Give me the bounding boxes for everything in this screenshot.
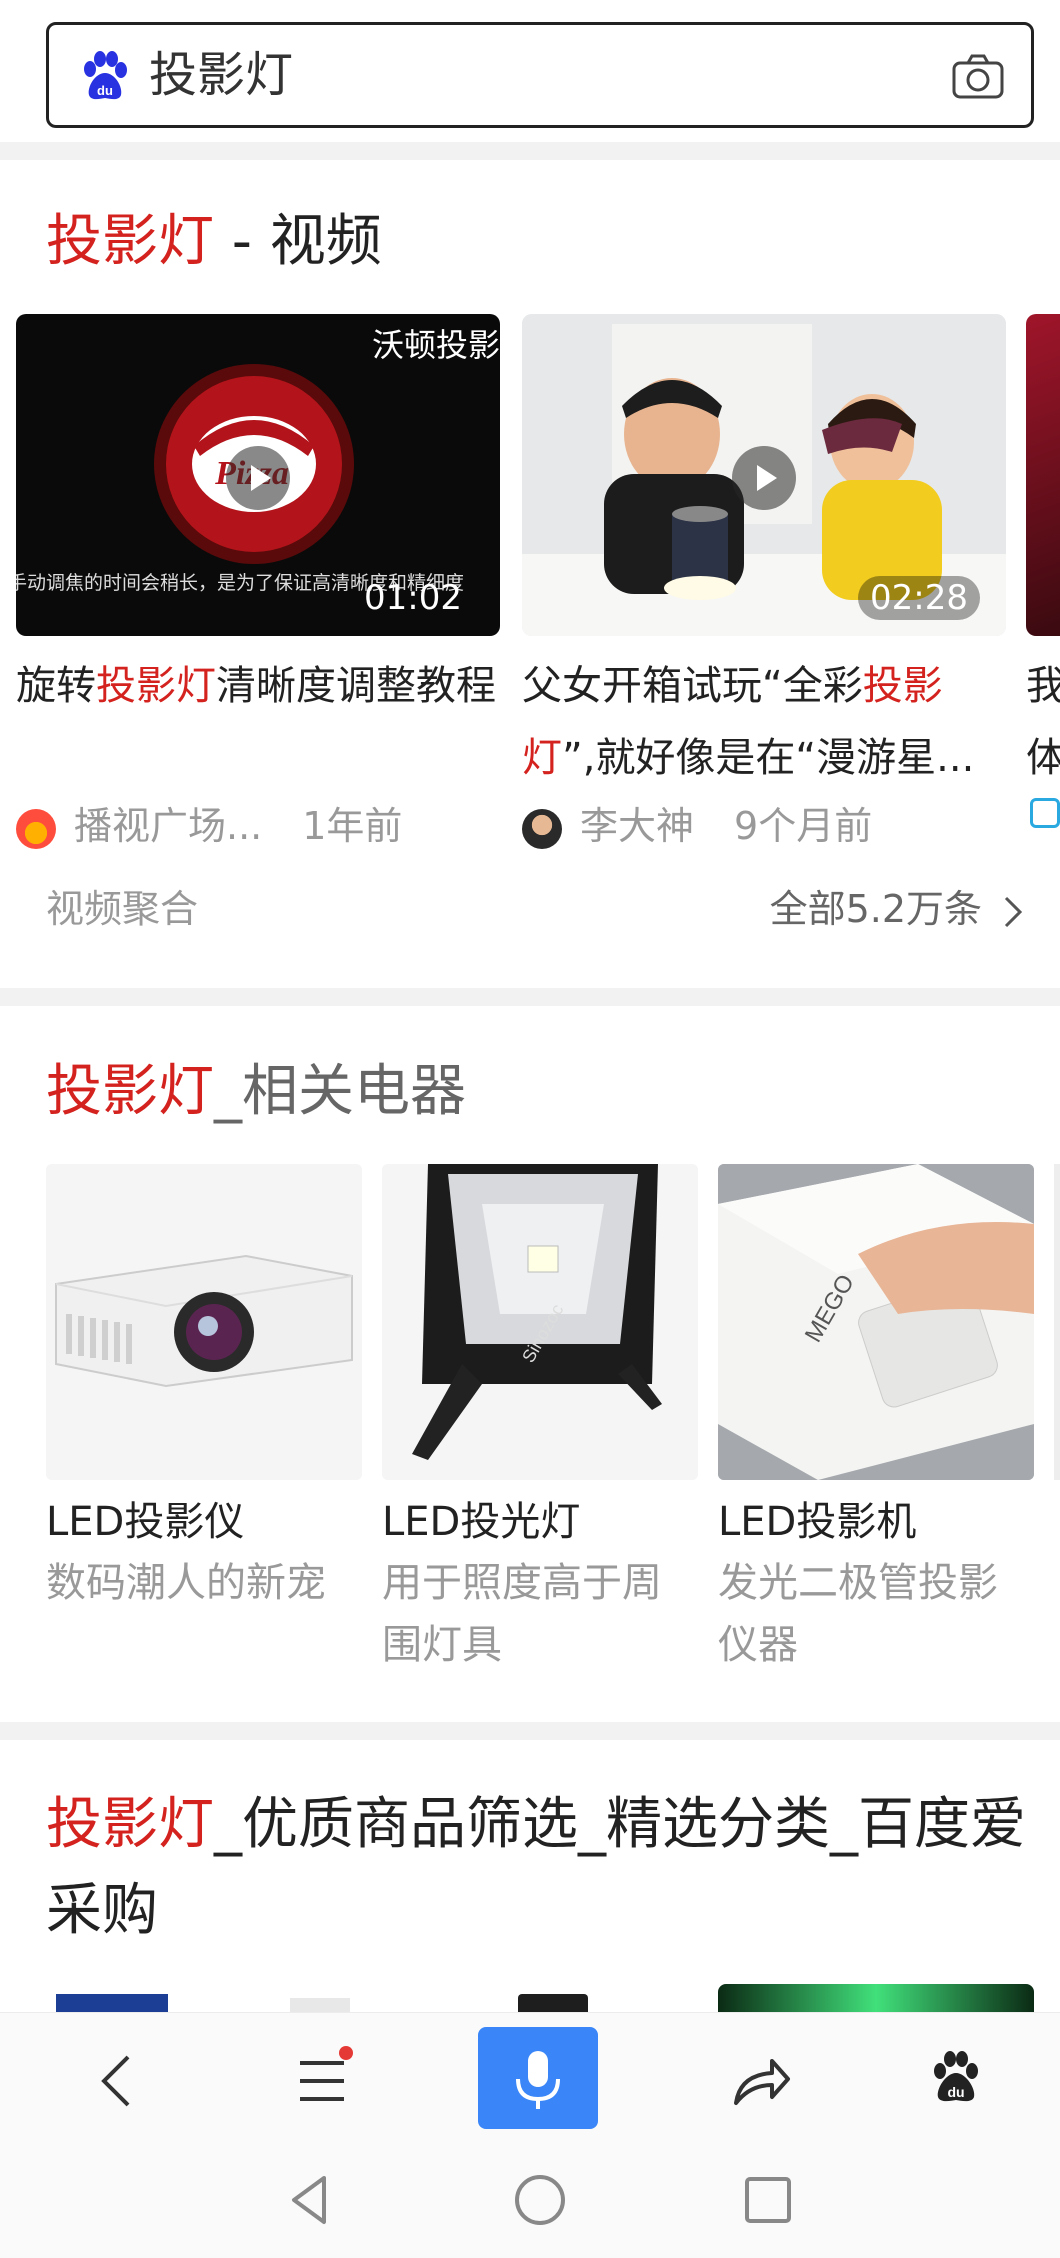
video-time: 9个月前	[734, 804, 873, 848]
system-home-icon[interactable]	[510, 2170, 570, 2230]
video-source[interactable]: 李大神	[580, 804, 694, 848]
section-divider	[0, 142, 1060, 160]
appliance-name[interactable]: LED投影仪	[46, 1492, 362, 1552]
appliance-card[interactable]: Sinozoc LED投光灯 用于照度高于周围灯具	[382, 1164, 698, 1676]
search-input[interactable]: du 投影灯	[46, 22, 1034, 128]
system-navigation-bar	[0, 2144, 1060, 2258]
baidu-home-button[interactable]: du	[896, 2031, 1016, 2131]
search-query[interactable]: 投影灯	[149, 45, 293, 105]
video-duration: 01:02	[364, 578, 462, 618]
appliance-section-title[interactable]: 投影灯_相关电器	[46, 1056, 466, 1128]
appliance-desc: 数码潮人的新宠	[46, 1560, 326, 1606]
pocket-projector-image[interactable]: MEGO	[718, 1164, 1034, 1480]
appliance-name[interactable]: LED投光灯	[382, 1492, 698, 1552]
system-recents-icon[interactable]	[738, 2170, 798, 2230]
section-divider	[0, 1722, 1060, 1740]
back-button[interactable]	[58, 2031, 178, 2131]
product-image[interactable]	[290, 1998, 350, 2012]
appliance-card[interactable]: MEGO LED投影机 发光二极管投影仪器	[718, 1164, 1034, 1676]
video-all-link[interactable]: 全部5.2万条	[770, 876, 1026, 942]
product-image[interactable]	[718, 1984, 1034, 2012]
share-button[interactable]	[696, 2031, 816, 2131]
product-image[interactable]	[56, 1994, 168, 2012]
video-thumbnail[interactable]: 02:28	[522, 314, 1006, 636]
video-source[interactable]: 播视广场...	[74, 804, 262, 848]
source-avatar	[16, 808, 56, 849]
video-title[interactable]: 旋转投影灯清晰度调整教程	[16, 650, 500, 794]
baidu-paw-icon: du	[84, 51, 127, 100]
search-header: du 投影灯	[0, 0, 1060, 140]
play-icon[interactable]	[732, 446, 796, 510]
video-thumbnail[interactable]	[1026, 314, 1060, 636]
video-time: 1年前	[302, 804, 403, 848]
section-divider	[0, 988, 1060, 1006]
source-avatar	[1030, 798, 1060, 828]
video-title[interactable]: 父女开箱试玩“全彩投影灯”,就好像是在“漫游星...	[522, 650, 1006, 794]
video-aggregate-link[interactable]: 视频聚合	[46, 887, 198, 931]
share-icon	[734, 2059, 790, 2105]
bottom-toolbar: du	[0, 2012, 1060, 2144]
appliance-desc: 用于照度高于周围灯具	[382, 1560, 662, 1668]
video-card-partial[interactable]: 我体	[1026, 314, 1060, 954]
product-image[interactable]	[518, 1994, 588, 2012]
video-card[interactable]: 02:28 父女开箱试玩“全彩投影灯”,就好像是在“漫游星... 李大神 9个月前	[522, 314, 1006, 854]
camera-icon[interactable]	[951, 53, 1005, 101]
chevron-left-icon	[101, 2055, 130, 2107]
menu-button[interactable]	[262, 2031, 382, 2131]
video-section-title[interactable]: 投影灯 - 视频	[46, 206, 382, 278]
video-card[interactable]: Pizza 沃顿投影 手动调焦的时间会稍长，是为了保证高清晰度和精细度 01:0…	[16, 314, 500, 854]
source-avatar	[522, 808, 562, 849]
baidu-paw-icon: du	[934, 2051, 978, 2102]
menu-icon	[300, 2046, 353, 2101]
chevron-right-icon	[1004, 896, 1023, 927]
floodlight-image[interactable]: Sinozoc	[382, 1164, 698, 1480]
video-duration: 02:28	[858, 576, 980, 620]
video-meta: 播视广场... 1年前	[16, 798, 500, 854]
video-footer: 视频聚合 全部5.2万条	[46, 876, 1026, 942]
thumb-caption: 沃顿投影	[371, 326, 500, 364]
voice-search-button[interactable]	[478, 2027, 598, 2129]
video-meta: 李大神 9个月前	[522, 798, 1006, 854]
search-results-page: { "search": { "query": "投影灯" }, "video_s…	[0, 0, 1060, 2258]
video-thumbnail[interactable]: Pizza 沃顿投影 手动调焦的时间会稍长，是为了保证高清晰度和精细度 01:0…	[16, 314, 500, 636]
play-icon[interactable]	[226, 446, 290, 510]
video-title[interactable]: 我体	[1026, 650, 1060, 794]
projector-image[interactable]	[46, 1164, 362, 1480]
appliance-card[interactable]: LED投影仪 数码潮人的新宠	[46, 1164, 362, 1614]
svg-text:du: du	[947, 2084, 964, 2100]
appliance-card-partial[interactable]	[1054, 1164, 1060, 1664]
system-back-icon[interactable]	[280, 2170, 340, 2230]
appliance-name[interactable]: LED投影机	[718, 1492, 1034, 1552]
appliance-desc: 发光二极管投影仪器	[718, 1560, 998, 1668]
shopping-section-title[interactable]: 投影灯_优质商品筛选_精选分类_百度爱采购	[46, 1782, 1026, 1954]
microphone-icon	[516, 2051, 560, 2109]
svg-text:du: du	[97, 83, 113, 98]
